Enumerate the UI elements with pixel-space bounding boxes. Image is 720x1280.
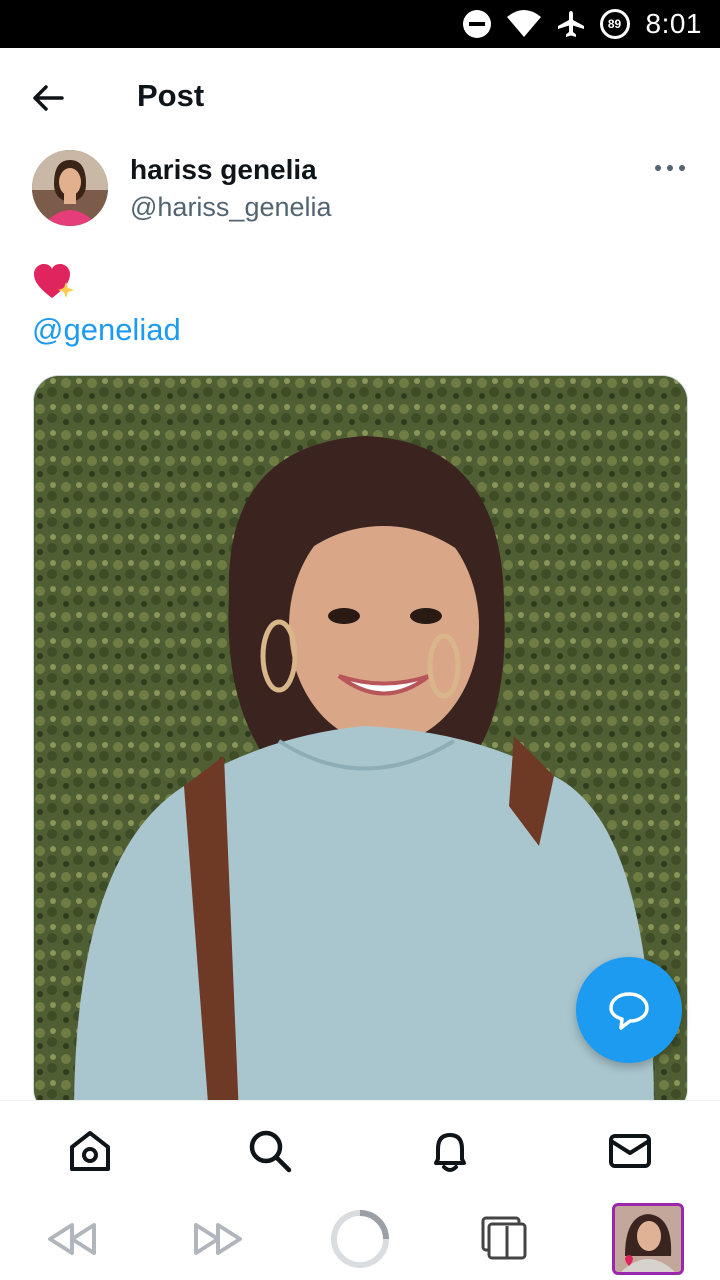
loading-icon [331,1210,389,1268]
home-icon [70,1131,110,1171]
tab-thumbnail-image [612,1203,684,1275]
browser-toolbar [0,1198,720,1280]
more-icon [655,165,685,171]
battery-icon: 89 [599,9,630,39]
more-options-button[interactable] [652,156,688,180]
author-handle[interactable]: @hariss_genelia [130,192,332,223]
back-arrow-icon [33,85,64,111]
reply-bubble-icon [609,992,649,1030]
nav-notifications[interactable] [424,1125,476,1177]
nav-home[interactable] [64,1125,116,1177]
wifi-icon [506,9,542,39]
rewind-icon [48,1223,96,1255]
tab-thumbnail[interactable] [610,1203,686,1275]
do-not-disturb-icon [462,9,492,39]
airplane-mode-icon [556,9,586,39]
compose-reply-button[interactable] [576,957,682,1063]
page-title: Post [137,78,205,113]
avatar[interactable] [32,150,108,226]
tabs-button[interactable] [476,1206,532,1272]
top-bar: Post [0,48,720,144]
post-author: hariss genelia @hariss_genelia [32,150,692,230]
loading-indicator [328,1206,392,1272]
messages-icon [609,1134,651,1168]
nav-search[interactable] [244,1125,296,1177]
tabs-icon [481,1216,527,1260]
post-text [32,262,76,307]
clock: 8:01 [645,8,702,39]
fast-forward-button[interactable] [188,1206,248,1272]
search-icon [249,1130,292,1173]
nav-messages[interactable] [604,1125,656,1177]
bottom-navigation [0,1100,720,1198]
mention-link[interactable]: @geneliad [32,312,181,348]
author-display-name[interactable]: hariss genelia [130,154,317,186]
sparkling-heart-emoji [34,264,74,298]
back-button[interactable] [28,78,68,118]
notifications-icon [434,1133,466,1172]
status-bar: 89 8:01 [0,0,720,48]
rewind-button[interactable] [42,1206,102,1272]
fast-forward-icon [194,1223,242,1255]
